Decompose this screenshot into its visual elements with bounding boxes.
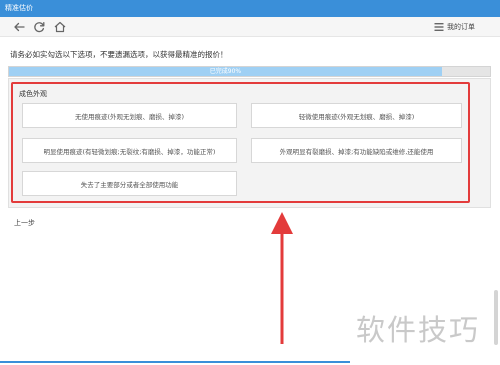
window-title: 精准估价 <box>5 4 33 12</box>
title-bar: 精准估价 <box>0 0 500 17</box>
scrollbar-thumb[interactable] <box>494 290 498 345</box>
option-light-wear[interactable]: 轻微使用痕迹(外观无划痕、磨损、掉漆) <box>251 103 462 128</box>
back-icon[interactable] <box>12 20 26 34</box>
red-arrow-annotation <box>271 212 293 344</box>
my-orders-button[interactable]: 我的订单 <box>434 22 475 32</box>
home-icon[interactable] <box>53 20 67 34</box>
progress-bar: 已完成90% <box>8 66 491 77</box>
my-orders-label: 我的订单 <box>447 23 475 31</box>
toolbar: 我的订单 <box>0 17 500 37</box>
watermark: 软件技巧 <box>356 313 481 347</box>
refresh-icon[interactable] <box>32 20 46 34</box>
previous-step-link[interactable]: 上一步 <box>14 218 35 228</box>
list-icon <box>434 23 444 31</box>
notice-text: 请务必如实勾选以下选项，不要遗漏选项，以获得最精准的报价！ <box>10 50 228 59</box>
option-non-functional[interactable]: 失去了主要部分或者全部使用功能 <box>22 171 237 196</box>
option-damaged-repaired[interactable]: 外观明显有裂磨损、掉漆;有功能缺陷或维修,还能使用 <box>251 138 462 163</box>
option-no-wear[interactable]: 无使用痕迹(外观无划痕、磨损、掉漆) <box>22 103 237 128</box>
progress-label: 已完成90% <box>209 68 242 75</box>
option-obvious-wear[interactable]: 明显使用痕迹(有轻微划痕;无裂纹;有磨损、掉漆，功能正常) <box>22 138 237 163</box>
bottom-progress-line <box>0 361 350 363</box>
section-title: 成色外观 <box>19 90 47 98</box>
